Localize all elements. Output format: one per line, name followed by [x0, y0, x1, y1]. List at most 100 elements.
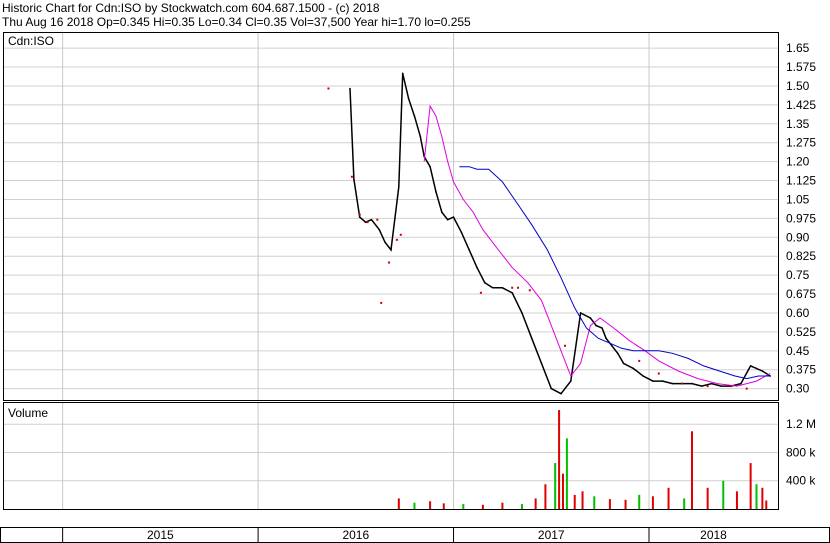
- price-point: [652, 380, 654, 382]
- price-point: [511, 292, 513, 294]
- price-point: [446, 218, 449, 221]
- price-tick-label: 0.525: [786, 325, 816, 339]
- trade-dot: [681, 382, 684, 385]
- price-point: [476, 266, 478, 269]
- trade-dot: [517, 286, 520, 289]
- year-label: 2015: [147, 528, 174, 542]
- price-point: [710, 382, 713, 385]
- chart-window: Historic Chart for Cdn:ISO by Stockwatch…: [0, 0, 830, 543]
- trade-dot: [366, 221, 369, 224]
- volume-bar: [442, 503, 445, 509]
- trade-dot: [730, 385, 733, 388]
- price-point: [560, 392, 562, 395]
- price-point: [407, 97, 410, 100]
- volume-bar: [534, 498, 537, 509]
- price-point: [601, 327, 603, 329]
- trade-dot: [563, 344, 566, 347]
- price-point: [501, 286, 504, 289]
- price-point: [755, 367, 758, 370]
- price-point: [595, 324, 598, 327]
- price-point: [429, 165, 431, 168]
- volume-tick-labels: 400 k 800 k 1.2 M: [786, 417, 816, 488]
- price-tick-label: 0.825: [786, 249, 816, 263]
- price-tick-label: 1.425: [786, 98, 816, 112]
- price-point: [611, 344, 613, 347]
- price-tick-label: 1.05: [786, 192, 810, 206]
- volume-bar: [624, 499, 627, 509]
- price-point: [691, 382, 693, 385]
- volume-panel-label: Volume: [8, 406, 48, 420]
- price-point: [720, 385, 723, 387]
- trade-dot: [327, 87, 330, 90]
- volume-bar: [691, 431, 693, 509]
- price-point: [550, 387, 553, 390]
- price-point: [570, 380, 572, 382]
- price-tick-label: 1.50: [786, 79, 810, 93]
- volume-bar: [554, 463, 557, 509]
- trade-dot: [388, 261, 391, 264]
- volume-bar: [562, 473, 564, 509]
- volume-bar: [593, 496, 596, 509]
- volume-bar: [413, 502, 416, 509]
- trade-dot: [638, 359, 641, 362]
- price-point: [364, 221, 367, 223]
- price-tick-label: 1.20: [786, 155, 810, 169]
- trade-dot: [395, 238, 398, 241]
- price-tick-labels: 0.30 0.375 0.45 0.525 0.60 0.675 0.75 0.825 0.90…: [786, 41, 816, 396]
- volume-bar: [749, 463, 752, 509]
- volume-tick-label: 1.2 M: [786, 417, 816, 431]
- volume-panel: [3, 402, 779, 510]
- price-point: [740, 382, 742, 385]
- price-tick-label: 0.975: [786, 211, 816, 225]
- price-point: [384, 241, 386, 244]
- price-tick-label: 0.30: [786, 382, 810, 396]
- trade-dot: [479, 291, 482, 294]
- price-point: [616, 352, 619, 355]
- volume-bar: [581, 491, 584, 509]
- year-label: 2016: [342, 528, 369, 542]
- price-point: [521, 312, 523, 314]
- volume-bar: [706, 487, 709, 509]
- price-point: [700, 385, 703, 387]
- volume-bar: [761, 487, 764, 509]
- volume-bar: [573, 494, 576, 509]
- price-tick-label: 0.75: [786, 268, 810, 282]
- volume-bar: [429, 501, 432, 509]
- trade-dot: [350, 175, 353, 178]
- price-point: [579, 312, 582, 314]
- price-tick-label: 0.60: [786, 306, 810, 320]
- trade-dot: [745, 387, 748, 390]
- price-tick-label: 0.375: [786, 363, 816, 377]
- price-point: [749, 365, 752, 367]
- price-tick-label: 0.675: [786, 287, 816, 301]
- price-point: [378, 228, 381, 231]
- trade-dot: [358, 213, 361, 216]
- trade-dot: [528, 289, 531, 292]
- volume-bar: [501, 502, 504, 509]
- price-panel-label: Cdn:ISO: [8, 34, 54, 48]
- price-point: [484, 281, 486, 284]
- trade-dot: [706, 385, 709, 388]
- price-tick-label: 0.45: [786, 344, 810, 358]
- price-point: [605, 337, 607, 340]
- price-point: [468, 249, 470, 251]
- price-point: [419, 135, 422, 138]
- volume-tick-label: 800 k: [786, 445, 816, 459]
- price-point: [435, 191, 437, 193]
- price-tick-label: 1.65: [786, 41, 810, 55]
- price-tick-label: 1.275: [786, 136, 816, 150]
- price-point: [349, 87, 351, 90]
- trade-dot: [376, 218, 379, 221]
- price-point: [460, 231, 463, 234]
- volume-bar: [722, 480, 725, 509]
- price-tick-label: 1.35: [786, 117, 810, 131]
- year-label: 2018: [700, 528, 727, 542]
- volume-bar: [481, 504, 484, 509]
- volume-tick-label: 400 k: [786, 474, 816, 488]
- volume-bar: [397, 498, 400, 509]
- volume-bar: [520, 504, 523, 509]
- volume-bar: [755, 484, 758, 509]
- trade-dot: [657, 372, 660, 375]
- volume-bar: [667, 487, 670, 509]
- price-point: [401, 72, 404, 75]
